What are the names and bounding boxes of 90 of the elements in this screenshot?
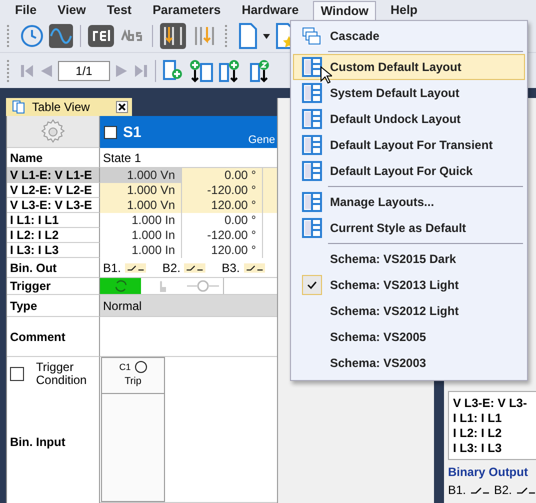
row-label[interactable]: I L3: I L3 [7, 243, 100, 258]
type-field[interactable]: Normal [100, 295, 278, 317]
menu-item[interactable]: Schema: VS2003 [293, 350, 525, 376]
layout-icon [302, 135, 322, 155]
comment-field[interactable] [100, 317, 278, 357]
layout-icon [302, 218, 322, 238]
output-label: B1. [448, 483, 466, 497]
menu-item[interactable]: Parameters [146, 1, 228, 19]
switch-icon[interactable] [470, 485, 490, 495]
layout-icon [302, 57, 322, 77]
row-label[interactable]: I L1: I L1 [7, 213, 100, 228]
channel-name: C1 [119, 362, 131, 372]
row-label[interactable]: I L2: I L2 [7, 228, 100, 243]
row-label: Comment [7, 317, 100, 357]
menu-item[interactable]: Default Layout For Quick [293, 158, 525, 184]
layout-icon [302, 109, 322, 129]
sine-wave-icon[interactable] [49, 24, 73, 48]
menu-item[interactable]: Hardware [234, 1, 306, 19]
caret-icon[interactable] [263, 34, 270, 38]
output-label: B2. [494, 483, 512, 497]
row-label[interactable]: V L3-E: V L3-E [7, 198, 100, 213]
row-label: Type [7, 295, 100, 317]
row-label[interactable]: V L2-E: V L2-E [7, 183, 100, 198]
menu-item[interactable]: Window [312, 0, 376, 22]
phase-cell[interactable]: 120.00 ° [182, 198, 263, 214]
clock-icon[interactable] [20, 24, 44, 48]
magnitude-cell[interactable]: 1.000 Vn [100, 183, 182, 199]
phase-cell[interactable]: -120.00 ° [182, 183, 263, 199]
menu-item[interactable]: Default Layout For Transient [293, 132, 525, 158]
insert-z-icon[interactable] [250, 58, 270, 82]
loop-icon [112, 279, 128, 293]
layout-icon [302, 192, 322, 212]
menu-item[interactable]: Schema: VS2005 [293, 324, 525, 350]
insert-before-icon[interactable] [188, 58, 214, 82]
channel-caption: Trip [102, 376, 164, 394]
tab-title: Table View [32, 100, 91, 114]
document-icon[interactable] [238, 23, 258, 49]
menu-item[interactable]: Test [100, 1, 139, 19]
row-label: I L3: I L3 [452, 441, 503, 456]
cascade-icon [302, 27, 322, 45]
row-label: Bin. Out [7, 258, 100, 278]
switch-icon[interactable] [244, 260, 266, 274]
value-cell[interactable] [263, 198, 278, 214]
menu-item[interactable]: View [50, 1, 93, 19]
trigger-condition-checkbox[interactable] [10, 367, 24, 381]
row-label: I L2: I L2 [452, 426, 503, 441]
layout-icon [302, 161, 322, 181]
row-label: V L3-E: V L3- [452, 396, 528, 411]
switch-icon[interactable] [125, 260, 146, 274]
rel-icon[interactable] [88, 25, 114, 47]
check-icon [302, 275, 322, 295]
value-cell[interactable] [263, 168, 278, 184]
add-document-icon[interactable] [163, 60, 183, 82]
name-field[interactable]: State 1 [100, 148, 278, 168]
close-icon[interactable] [116, 101, 128, 113]
menu-item[interactable]: Manage Layouts... [293, 189, 525, 215]
group-title: Binary Output [448, 465, 529, 479]
row-label: I L1: I L1 [452, 411, 503, 426]
output-label: B1. [103, 260, 122, 274]
output-label: B3. [222, 260, 240, 274]
page-field[interactable]: 1/1 [58, 60, 110, 80]
magnitude-cell[interactable]: 1.000 Vn [100, 198, 182, 214]
switch-icon[interactable] [516, 485, 536, 495]
menu-item[interactable]: Schema: VS2013 Light [293, 272, 525, 298]
document-tab[interactable]: Table View [6, 98, 132, 116]
mouse-cursor-icon [320, 66, 332, 84]
menu-item[interactable]: Current Style as Default [293, 215, 525, 241]
row-label: Bin. Input [10, 435, 66, 449]
pages-icon [12, 100, 26, 114]
phase-cell[interactable]: 0.00 ° [182, 168, 263, 184]
column-heading: Gene [248, 134, 276, 148]
menu-item[interactable]: Schema: VS2012 Light [293, 298, 525, 324]
menu-item[interactable]: Schema: VS2015 Dark [293, 246, 525, 272]
output-label: B2. [162, 260, 180, 274]
menu-item[interactable]: System Default Layout [293, 80, 525, 106]
menu-item[interactable]: Help [383, 1, 425, 19]
menu-item[interactable]: Default Undock Layout [293, 106, 525, 132]
state-header[interactable]: S1 Gene [100, 116, 278, 148]
state-name: S1 [123, 124, 142, 140]
checkbox-label: Trigger Condition [36, 361, 88, 387]
menu-item[interactable]: File [8, 1, 44, 19]
row-label: Trigger [7, 278, 100, 295]
row-label: Name [7, 148, 100, 168]
row-label[interactable]: V L1-E: V L1-E [7, 168, 100, 183]
state-checkbox[interactable] [104, 126, 117, 138]
magnitude-cell[interactable]: 1.000 Vn [100, 168, 182, 184]
switch-icon[interactable] [184, 260, 206, 274]
input-channel[interactable]: C1 Trip [101, 357, 165, 502]
layout-icon [302, 83, 322, 103]
timer-icon [186, 279, 220, 293]
